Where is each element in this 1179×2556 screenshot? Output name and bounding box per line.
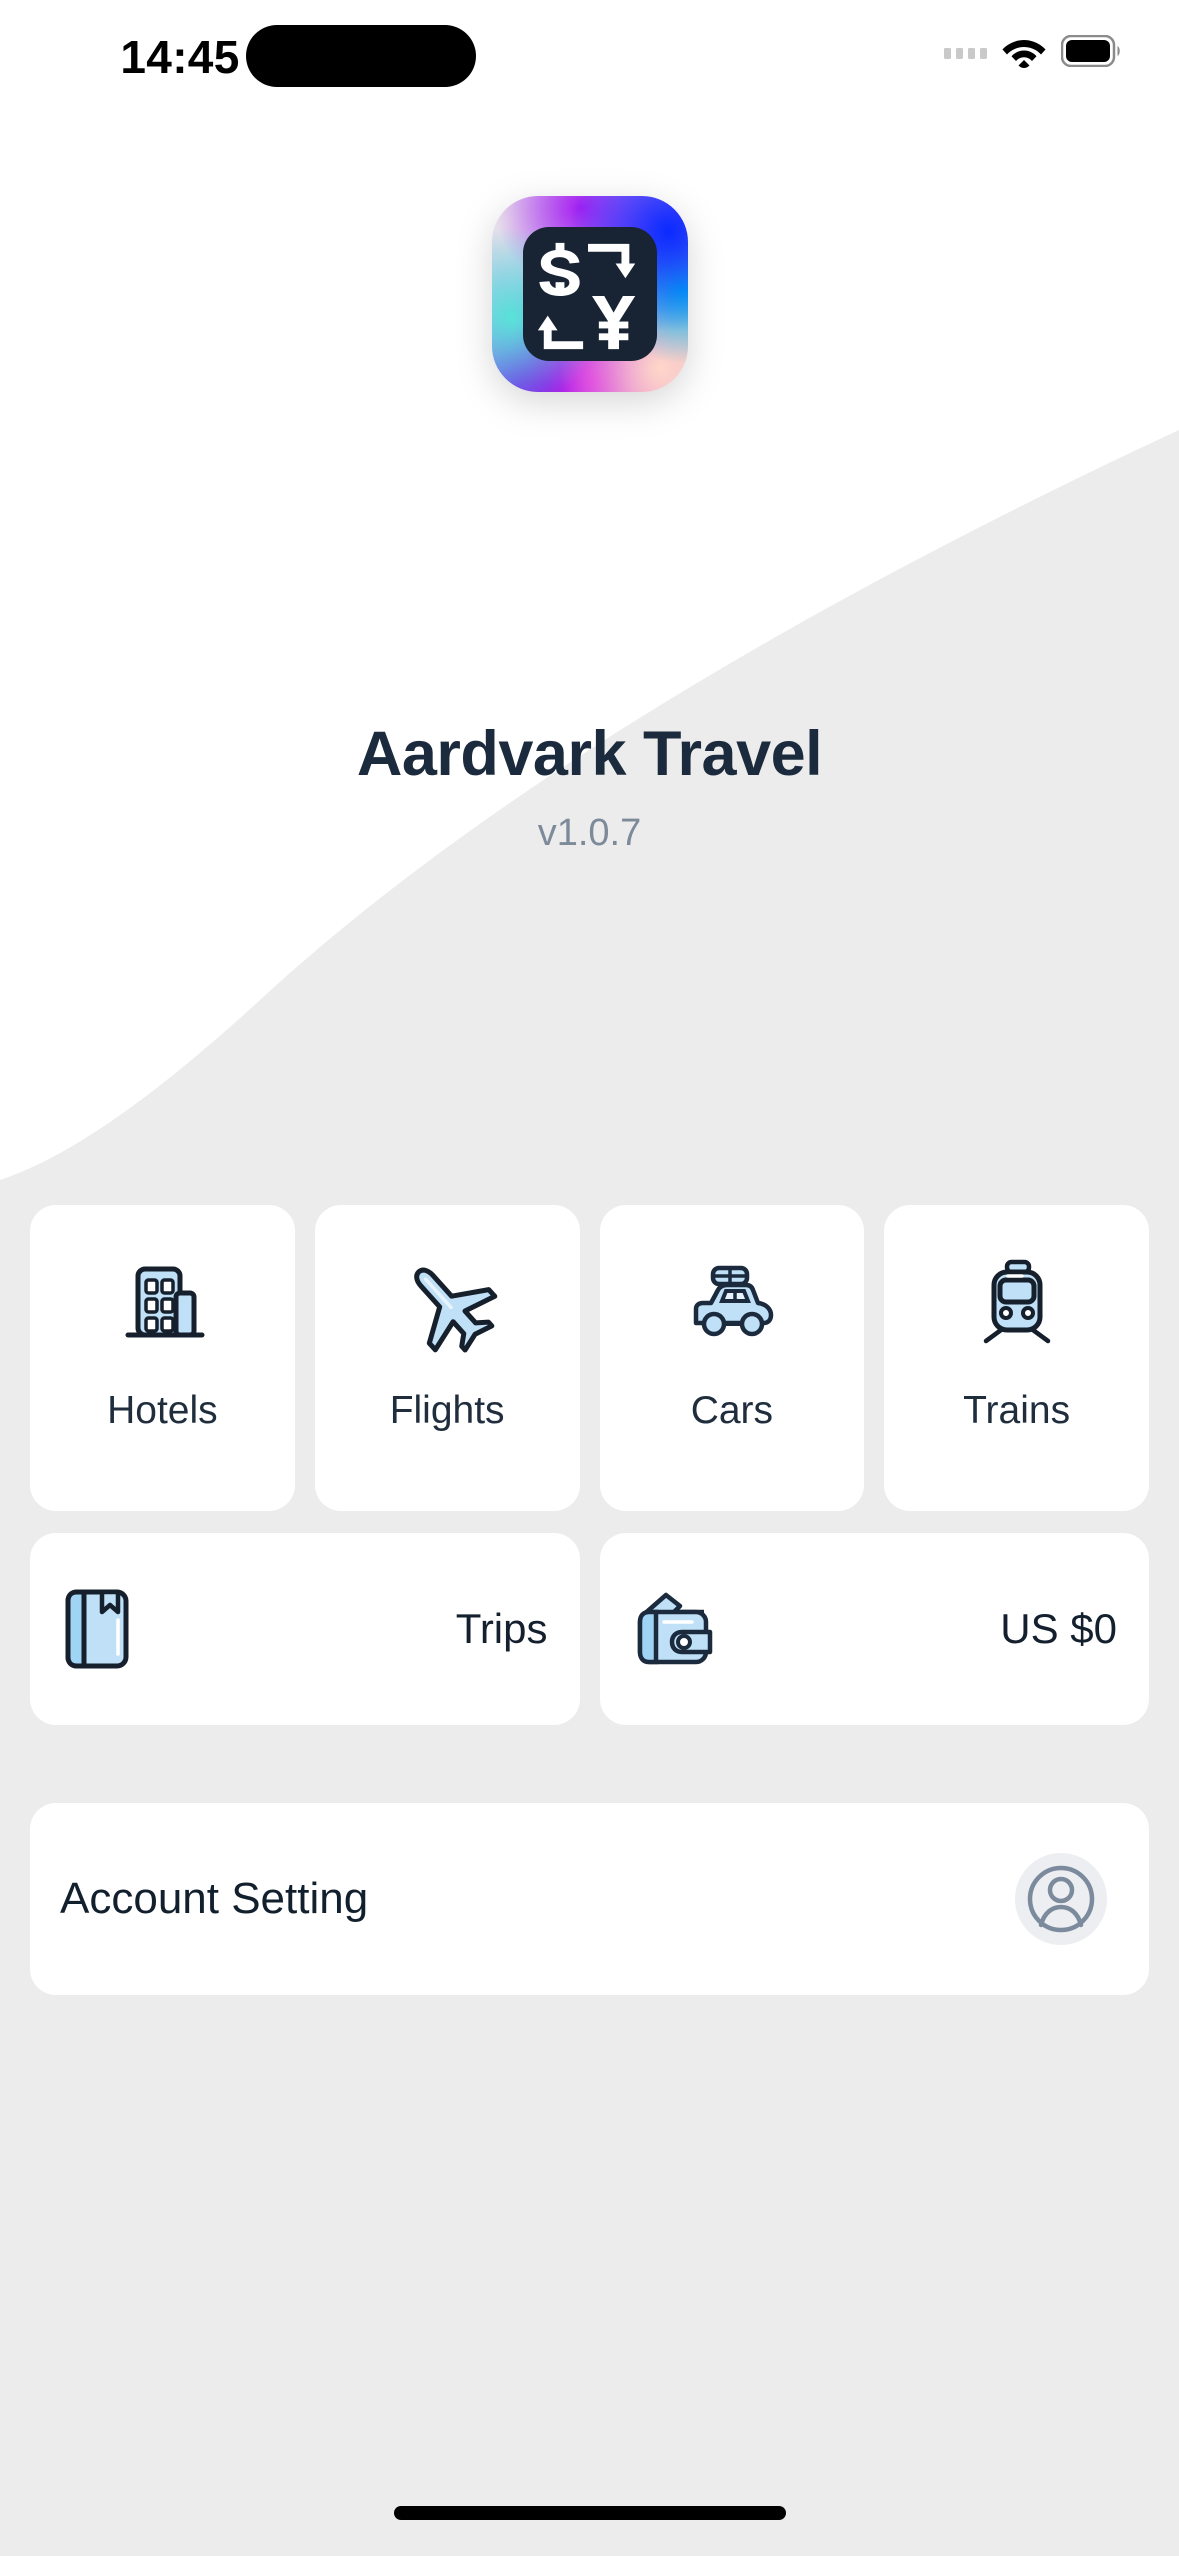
wifi-icon xyxy=(1001,34,1047,73)
airplane-icon xyxy=(395,1249,499,1357)
status-bar: 14:45 xyxy=(0,0,1179,118)
wallet-icon xyxy=(630,1586,726,1672)
dynamic-island xyxy=(246,25,476,87)
secondary-tiles-row: Trips US $0 xyxy=(30,1533,1149,1725)
tile-label: Trips xyxy=(455,1605,548,1652)
signal-dots-icon xyxy=(944,48,987,59)
battery-full-icon xyxy=(1060,34,1123,72)
tile-wallet[interactable]: US $0 xyxy=(599,1533,1149,1725)
currency-exchange-glyph xyxy=(537,242,635,350)
app-icon xyxy=(491,196,688,392)
header-curve-background xyxy=(0,0,1179,1180)
account-setting-row[interactable]: Account Setting xyxy=(30,1803,1149,1995)
status-bar-indicators xyxy=(944,34,1123,73)
tile-label: Flights xyxy=(389,1389,505,1432)
tram-front-icon xyxy=(965,1249,1069,1357)
tile-flights[interactable]: Flights xyxy=(314,1205,580,1511)
app-version-label: v1.0.7 xyxy=(537,812,642,854)
app-icon-inner-square xyxy=(522,227,657,361)
tile-label: Hotels xyxy=(107,1389,218,1432)
tile-trains[interactable]: Trains xyxy=(884,1205,1149,1511)
tile-label: US $0 xyxy=(1000,1605,1117,1652)
service-tiles-row: Hotels Flights Cars Trains xyxy=(30,1205,1149,1511)
car-with-roofbox-icon xyxy=(680,1249,784,1357)
user-avatar-icon[interactable] xyxy=(1015,1853,1107,1945)
tile-label: Trains xyxy=(963,1389,1071,1432)
tile-label: Cars xyxy=(690,1389,774,1432)
notebook-bookmark-icon xyxy=(60,1586,156,1672)
status-bar-time: 14:45 xyxy=(120,31,240,83)
home-indicator-bar[interactable] xyxy=(393,2506,786,2520)
account-setting-label: Account Setting xyxy=(60,1874,369,1923)
app-screen: 14:45 Aardvark Travel v1.0.7 Hotels Flig… xyxy=(0,0,1179,2556)
currency-exchange-app-icon xyxy=(491,196,688,392)
tile-cars[interactable]: Cars xyxy=(599,1205,865,1511)
page-title: Aardvark Travel xyxy=(356,719,823,789)
hotel-building-icon xyxy=(110,1249,214,1357)
tile-trips[interactable]: Trips xyxy=(30,1533,580,1725)
tile-hotels[interactable]: Hotels xyxy=(30,1205,295,1511)
